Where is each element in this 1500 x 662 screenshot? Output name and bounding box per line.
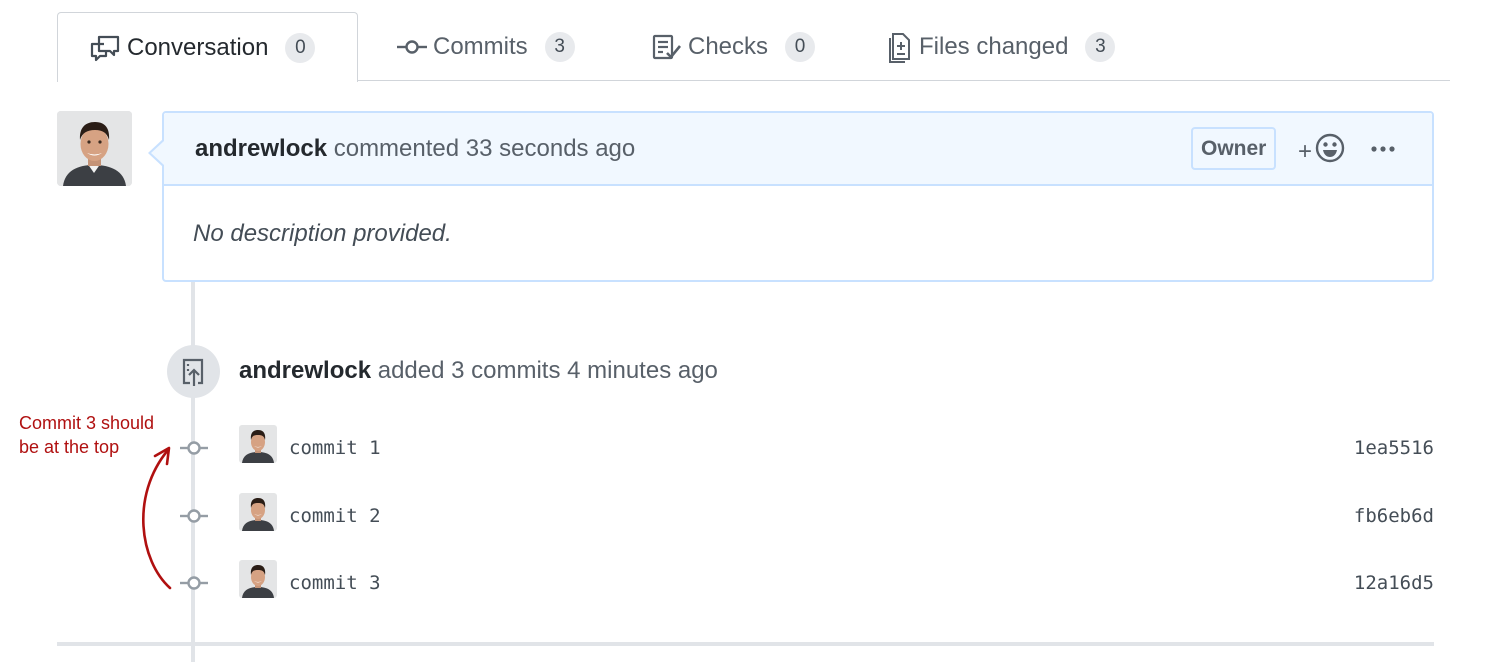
commit-sha-link[interactable]: 1ea5516	[1354, 437, 1434, 459]
pr-tabnav: Conversation 0 Commits 3 Checks 0 Files …	[57, 12, 1450, 82]
commit-icon	[397, 37, 427, 57]
push-event-detail: added 3 commits 4 minutes ago	[377, 357, 718, 384]
comment-action: commented	[333, 135, 460, 162]
pr-description-comment: andrewlock commented 33 seconds ago Owne…	[148, 111, 1434, 282]
timeline-line	[191, 282, 195, 662]
tab-checks-counter: 0	[785, 31, 816, 62]
commit-author-avatar[interactable]	[239, 560, 277, 598]
commit-row: commit 2 fb6eb6d	[0, 493, 1500, 535]
author-avatar[interactable]	[57, 111, 132, 186]
commit-row: commit 3 12a16d5	[0, 560, 1500, 602]
push-author-link[interactable]: andrewlock	[239, 357, 371, 384]
comment-timestamp[interactable]: 33 seconds ago	[466, 135, 635, 162]
tab-files-changed[interactable]: Files changed 3	[887, 12, 1116, 81]
tab-checks[interactable]: Checks 0	[652, 12, 816, 81]
smiley-icon	[1315, 133, 1345, 170]
commit-author-avatar[interactable]	[239, 425, 277, 463]
tab-checks-label: Checks	[688, 32, 769, 60]
annotation-line-1: Commit 3 should	[19, 413, 155, 433]
commit-sha-link[interactable]: fb6eb6d	[1354, 505, 1434, 527]
conversation-icon	[89, 34, 121, 62]
kebab-menu-icon[interactable]	[1370, 136, 1396, 169]
tab-files-changed-label: Files changed	[919, 32, 1069, 60]
comment-meta: andrewlock commented 33 seconds ago	[195, 135, 635, 163]
tab-conversation-counter: 0	[285, 32, 316, 63]
tab-commits-label: Commits	[433, 32, 528, 60]
commit-message-link[interactable]: commit 1	[289, 437, 381, 459]
add-reaction-button[interactable]: +	[1298, 133, 1345, 170]
tab-commits-counter: 3	[544, 31, 575, 62]
checklist-icon	[652, 34, 682, 60]
tab-files-changed-counter: 3	[1085, 31, 1116, 62]
comment-author-link[interactable]: andrewlock	[195, 135, 327, 162]
tab-conversation-label: Conversation	[127, 33, 269, 61]
reaction-plus: +	[1298, 137, 1313, 165]
commit-icon	[180, 439, 208, 462]
push-event-text: andrewlock added 3 commits 4 minutes ago	[239, 357, 718, 385]
commit-author-avatar[interactable]	[239, 493, 277, 531]
annotation-arrow-icon	[142, 446, 172, 590]
tab-commits[interactable]: Commits 3	[397, 12, 575, 81]
owner-badge: Owner	[1191, 127, 1277, 170]
commit-icon	[180, 507, 208, 530]
commit-row: commit 1 1ea5516	[0, 425, 1500, 467]
comment-body: No description provided.	[193, 220, 452, 247]
timeline-divider	[57, 642, 1434, 646]
commit-message-link[interactable]: commit 2	[289, 505, 381, 527]
comment-pointer-fill	[151, 141, 164, 165]
comment-header: andrewlock commented 33 seconds ago Owne…	[164, 113, 1432, 186]
repo-push-icon	[167, 345, 220, 398]
tab-conversation[interactable]: Conversation 0	[57, 12, 358, 82]
commit-icon	[180, 574, 208, 597]
commit-sha-link[interactable]: 12a16d5	[1354, 572, 1434, 594]
diff-icon	[887, 31, 913, 63]
commit-message-link[interactable]: commit 3	[289, 572, 381, 594]
